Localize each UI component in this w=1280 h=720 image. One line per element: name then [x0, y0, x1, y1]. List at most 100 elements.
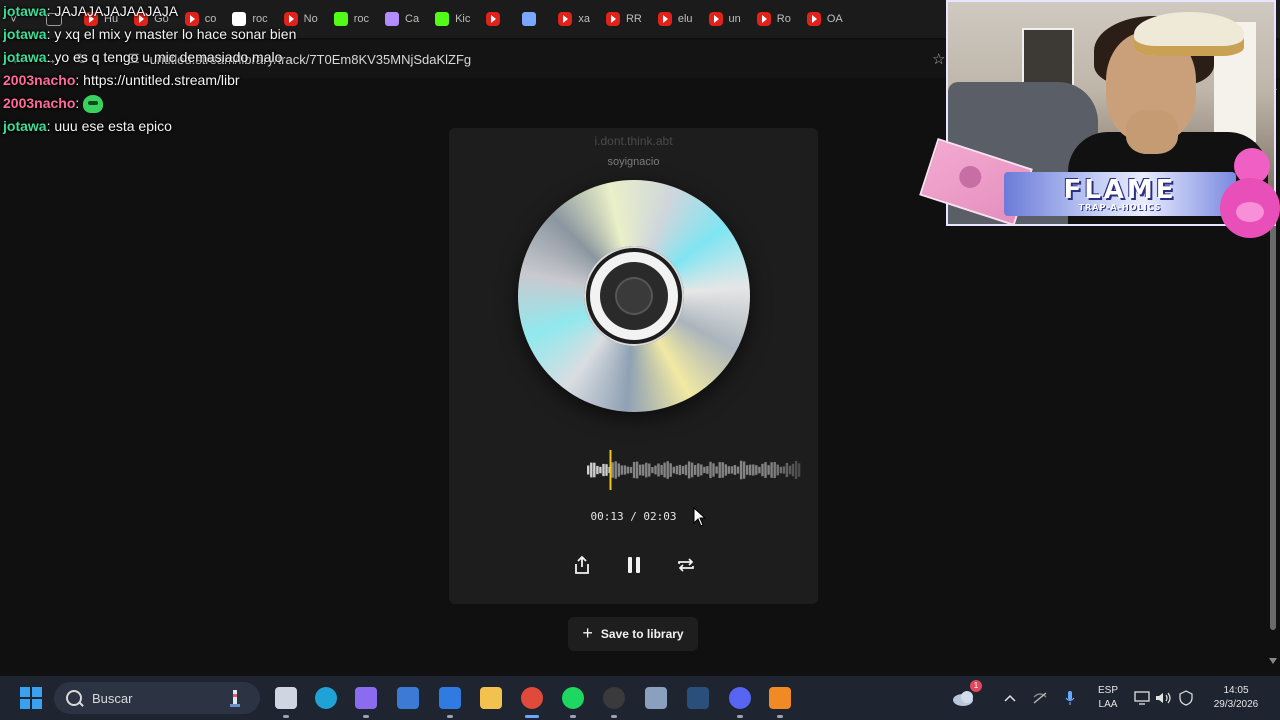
banner-subtitle: TRAP-A-HOLICS: [1078, 202, 1162, 212]
weather-icon[interactable]: 1: [950, 680, 982, 712]
waveform-bar: [700, 464, 703, 476]
waveform-bar: [755, 465, 758, 475]
waveform-bar: [749, 464, 752, 476]
browser-tab[interactable]: [476, 0, 512, 38]
browser-tab[interactable]: [512, 0, 548, 38]
waveform-bar: [690, 462, 694, 478]
waveform-bar: [733, 465, 737, 475]
chat-message: 2003nacho: https://untitled.stream/libr: [3, 72, 240, 88]
copilot-icon[interactable]: [352, 684, 380, 718]
waveform-bar: [715, 466, 718, 474]
waveform-bar: [742, 461, 746, 479]
repeat-icon[interactable]: [676, 554, 696, 576]
waveform-bar: [773, 462, 776, 478]
fl-studio-icon[interactable]: [766, 684, 794, 718]
edge-icon[interactable]: [312, 684, 340, 712]
lighthouse-icon: [230, 690, 240, 707]
browser-tab[interactable]: OA: [797, 0, 849, 38]
chrome-icon[interactable]: [518, 684, 546, 718]
kick-icon: [435, 12, 450, 26]
browser-tab[interactable]: RR: [596, 0, 648, 38]
browser-tab[interactable]: Ro: [747, 0, 797, 38]
folder-icon[interactable]: [477, 684, 505, 712]
playhead[interactable]: [609, 450, 612, 490]
windows-start-icon[interactable]: [20, 687, 42, 709]
browser-tab-label: Ca: [405, 13, 420, 25]
microphone-icon[interactable]: [1056, 684, 1084, 712]
windows-taskbar: Buscar 1 ESP LAA 14:05 29/3/2026: [0, 676, 1280, 720]
mouse-cursor-icon: [693, 507, 707, 527]
waveform-bar: [712, 463, 715, 477]
youtube-icon: [486, 12, 501, 26]
clock-date: 29/3/2026: [1213, 699, 1259, 710]
waveform-scrubber[interactable]: [587, 450, 801, 490]
browser-tab-label: elu: [677, 13, 693, 25]
system-clock[interactable]: 14:05 29/3/2026: [1204, 684, 1268, 712]
browser-tab-label: xa: [578, 13, 590, 25]
waveform-bar: [635, 461, 639, 479]
browser-tab[interactable]: xa: [548, 0, 596, 38]
waveform-bar: [639, 464, 642, 476]
youtube-icon: [657, 12, 672, 26]
share-icon[interactable]: [572, 554, 592, 576]
browser-tab[interactable]: un: [699, 0, 747, 38]
pause-icon[interactable]: [624, 554, 644, 576]
waveform-bar: [770, 462, 773, 478]
weather-badge: 1: [970, 680, 982, 692]
obs-icon[interactable]: [600, 684, 628, 718]
save-to-library-button[interactable]: + Save to library: [568, 617, 698, 651]
waveform-bar: [727, 466, 730, 474]
browser-tab-label: Ro: [776, 13, 791, 25]
outlook-icon[interactable]: [436, 684, 464, 718]
waveform-bar: [669, 463, 672, 477]
discord-icon[interactable]: [726, 684, 754, 718]
waveform-bar: [645, 462, 648, 478]
chat-message: 2003nacho:: [3, 92, 383, 115]
store-icon[interactable]: [394, 684, 422, 712]
browser-tab-label: OA: [826, 13, 843, 25]
feather-icon: [385, 12, 399, 26]
browser-tab-label: un: [728, 13, 741, 25]
green-frog-emote-icon: [83, 95, 104, 114]
waveform-bar: [599, 466, 602, 474]
taskbar-search[interactable]: Buscar: [54, 682, 260, 714]
window-icon: [522, 12, 537, 26]
youtube-icon: [558, 12, 573, 26]
waveform-bar: [724, 464, 727, 476]
waveform-bar: [617, 463, 620, 477]
network-off-icon[interactable]: [1026, 684, 1054, 712]
chat-message: jotawa: yo es q tengo u mic demasiado ma…: [3, 49, 283, 65]
waveform-bar: [721, 462, 724, 478]
plus-icon: +: [582, 622, 593, 643]
language-indicator[interactable]: ESP LAA: [1096, 684, 1120, 712]
chat-message: jotawa: y xq el mix y master lo hace son…: [3, 26, 297, 42]
track-title: i.dont.think.abt: [594, 134, 673, 148]
browser-tab[interactable]: elu: [648, 0, 699, 38]
spotify-icon[interactable]: [559, 684, 587, 718]
tray-chevron-up-icon[interactable]: [996, 684, 1024, 712]
chat-message: jotawa: JAJAJAJAJAAJAJA: [3, 3, 179, 19]
waveform-bar: [672, 466, 675, 474]
waveform-bar: [752, 464, 755, 476]
chat-username: 2003nacho: [3, 72, 76, 88]
waveform-bar: [626, 466, 630, 474]
waveform-bar: [590, 462, 593, 478]
waveform-bar: [706, 466, 709, 474]
save-to-library-label: Save to library: [600, 627, 684, 641]
player-card: i.dont.think.abt soyignacio 00:13 / 02:0…: [449, 128, 818, 604]
waveform-bar: [782, 466, 786, 474]
pink-buddha-sticker-icon: [1220, 148, 1280, 238]
browser-tab[interactable]: Kic: [425, 0, 476, 38]
file-manager-icon[interactable]: [272, 684, 300, 718]
waveform-bar: [779, 466, 782, 474]
waveform-bar: [587, 465, 590, 475]
chat-message: jotawa: uuu ese esta epico: [3, 118, 172, 134]
track-artist[interactable]: soyignacio: [449, 156, 818, 168]
settings-icon[interactable]: [642, 684, 670, 712]
waveform-bar: [648, 463, 651, 477]
bookmark-star-icon[interactable]: ☆: [932, 50, 945, 68]
stream-chat-overlay: jotawa: JAJAJAJAJAAJAJA jotawa: y xq el m…: [3, 0, 383, 138]
search-placeholder: Buscar: [92, 690, 133, 706]
steam-icon[interactable]: [684, 684, 712, 712]
notification-shield-icon[interactable]: [1172, 684, 1200, 712]
